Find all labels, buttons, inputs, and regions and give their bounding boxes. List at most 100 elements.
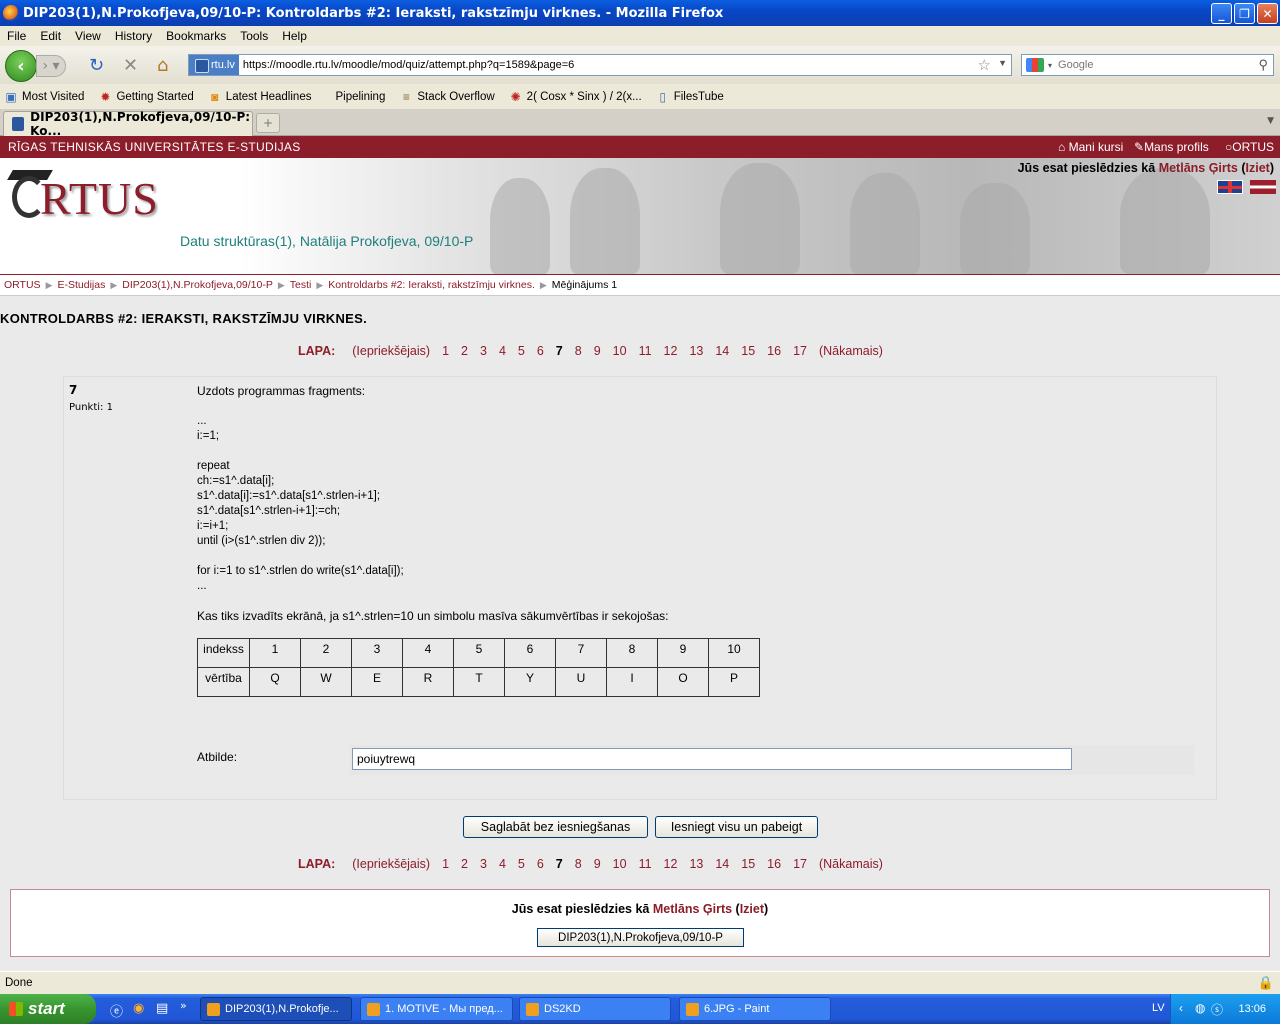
pager-page-link[interactable]: 13 bbox=[689, 857, 703, 871]
pager-page-link[interactable]: 15 bbox=[741, 344, 755, 358]
pager-page-link[interactable]: 10 bbox=[613, 857, 627, 871]
pager-page-link[interactable]: 1 bbox=[442, 857, 449, 871]
stop-icon[interactable]: ✕ bbox=[123, 56, 138, 76]
pager-page-link[interactable]: 5 bbox=[518, 344, 525, 358]
pager-page-link[interactable]: 13 bbox=[689, 344, 703, 358]
breadcrumb-estudijas[interactable]: E-Studijas bbox=[57, 279, 105, 291]
user-link[interactable]: Metlāns Ģirts bbox=[653, 902, 732, 916]
menu-help[interactable]: Help bbox=[275, 29, 314, 43]
breadcrumb-tests[interactable]: Testi bbox=[290, 279, 312, 291]
ortus-logo[interactable]: RTUS bbox=[7, 168, 188, 224]
menu-bookmarks[interactable]: Bookmarks bbox=[159, 29, 233, 43]
breadcrumb-quiz[interactable]: Kontroldarbs #2: Ieraksti, rakstzīmju vi… bbox=[328, 279, 535, 291]
save-without-submit-button[interactable]: Saglabāt bez iesniegšanas bbox=[463, 816, 648, 838]
pager-page-link[interactable]: 8 bbox=[575, 344, 582, 358]
pager-page-link[interactable]: 11 bbox=[639, 857, 652, 871]
pager-page-link[interactable]: 9 bbox=[594, 344, 601, 358]
url-dropdown-icon[interactable]: ▼ bbox=[998, 58, 1007, 68]
pager-page-link[interactable]: 2 bbox=[461, 344, 468, 358]
desktop-quicklaunch-icon[interactable]: ▤ bbox=[156, 1001, 168, 1016]
restore-button[interactable]: ❐ bbox=[1234, 3, 1255, 24]
menu-edit[interactable]: Edit bbox=[33, 29, 68, 43]
new-tab-button[interactable]: + bbox=[256, 113, 280, 133]
pager-page-link[interactable]: 8 bbox=[575, 857, 582, 871]
pager-next-link[interactable]: (Nākamais) bbox=[819, 344, 883, 358]
pager-prev-link[interactable]: (Iepriekšējais) bbox=[352, 344, 430, 358]
course-title[interactable]: Datu struktūras(1), Natālija Prokofjeva,… bbox=[180, 233, 473, 249]
pager-next-link[interactable]: (Nākamais) bbox=[819, 857, 883, 871]
breadcrumb-course[interactable]: DIP203(1),N.Prokofjeva,09/10-P bbox=[122, 279, 273, 291]
answer-input[interactable]: poiuytrewq bbox=[352, 748, 1072, 770]
pager-page-link[interactable]: 5 bbox=[518, 857, 525, 871]
clock[interactable]: 13:06 bbox=[1238, 1003, 1266, 1015]
menu-view[interactable]: View bbox=[68, 29, 108, 43]
pager-page-link[interactable]: 12 bbox=[664, 344, 678, 358]
search-engine-dropdown-icon[interactable]: ▾ bbox=[1048, 61, 1052, 70]
pager-page-link[interactable]: 4 bbox=[499, 857, 506, 871]
pager-page-link[interactable]: 4 bbox=[499, 344, 506, 358]
quicklaunch-more-icon[interactable]: » bbox=[180, 999, 187, 1012]
bookmark-most-visited[interactable]: ▣ Most Visited bbox=[0, 90, 84, 104]
pager-page-link[interactable]: 1 bbox=[442, 344, 449, 358]
pager-page-link[interactable]: 14 bbox=[715, 344, 729, 358]
url-bar[interactable]: rtu.lv https://moodle.rtu.lv/moodle/mod/… bbox=[188, 54, 1012, 76]
english-flag-icon[interactable] bbox=[1217, 180, 1243, 194]
breadcrumb-ortus[interactable]: ORTUS bbox=[4, 279, 41, 291]
taskbar-item-paint[interactable]: 6.JPG - Paint bbox=[679, 997, 831, 1021]
taskbar-item-motive[interactable]: 1. MOTIVE - Мы пред... bbox=[360, 997, 513, 1021]
pager-page-link[interactable]: 9 bbox=[594, 857, 601, 871]
reload-icon[interactable]: ↻ bbox=[89, 56, 104, 76]
pager-page-link[interactable]: 16 bbox=[767, 857, 781, 871]
bookmark-stack-overflow[interactable]: ≡ Stack Overflow bbox=[395, 90, 495, 104]
start-button[interactable]: start bbox=[0, 994, 96, 1024]
tray-network-icon[interactable]: ◍ bbox=[1195, 1001, 1205, 1015]
pager-prev-link[interactable]: (Iepriekšējais) bbox=[352, 857, 430, 871]
ortus-link[interactable]: ○ORTUS bbox=[1225, 140, 1274, 154]
forward-button[interactable]: › ▾ bbox=[36, 55, 66, 77]
pager-page-link[interactable]: 17 bbox=[793, 344, 807, 358]
home-icon[interactable]: ⌂ bbox=[157, 56, 168, 76]
tray-skype-icon[interactable]: ⓢ bbox=[1211, 1001, 1223, 1018]
minimize-button[interactable]: _ bbox=[1211, 3, 1232, 24]
latvian-flag-icon[interactable] bbox=[1250, 180, 1276, 194]
lock-icon[interactable]: 🔒 bbox=[1258, 975, 1274, 991]
my-courses-link[interactable]: ⌂ Mani kursi bbox=[1058, 140, 1123, 154]
taskbar-item-ds2kd[interactable]: DS2KD bbox=[519, 997, 671, 1021]
close-button[interactable]: ✕ bbox=[1257, 3, 1278, 24]
logout-link[interactable]: Iziet bbox=[740, 902, 764, 916]
search-go-icon[interactable]: ⚲ bbox=[1258, 57, 1268, 73]
bookmark-star-icon[interactable]: ☆ bbox=[978, 56, 991, 74]
pager-page-link[interactable]: 11 bbox=[639, 344, 652, 358]
pager-page-link[interactable]: 2 bbox=[461, 857, 468, 871]
pager-page-link[interactable]: 17 bbox=[793, 857, 807, 871]
menu-tools[interactable]: Tools bbox=[233, 29, 275, 43]
submit-all-finish-button[interactable]: Iesniegt visu un pabeigt bbox=[655, 816, 818, 838]
taskbar-item-firefox[interactable]: DIP203(1),N.Prokofje... bbox=[200, 997, 352, 1021]
back-button[interactable]: ‹ bbox=[5, 50, 37, 82]
ie-quicklaunch-icon[interactable]: ⓔ bbox=[110, 1001, 123, 1020]
pager-page-link[interactable]: 3 bbox=[480, 344, 487, 358]
tray-arrow-icon[interactable]: ‹ bbox=[1179, 1001, 1183, 1015]
firefox-quicklaunch-icon[interactable]: ◉ bbox=[133, 1001, 144, 1016]
pager-page-link[interactable]: 6 bbox=[537, 857, 544, 871]
logout-link[interactable]: Iziet bbox=[1246, 161, 1270, 175]
language-indicator[interactable]: LV bbox=[1152, 1002, 1165, 1014]
pager-page-link[interactable]: 10 bbox=[613, 344, 627, 358]
menu-file[interactable]: File bbox=[0, 29, 33, 43]
bookmark-getting-started[interactable]: ✹ Getting Started bbox=[94, 90, 193, 104]
tab-active[interactable]: DIP203(1),N.Prokofjeva,09/10-P: Ko... bbox=[3, 110, 253, 138]
menu-history[interactable]: History bbox=[108, 29, 159, 43]
pager-page-link[interactable]: 14 bbox=[715, 857, 729, 871]
bookmark-pipelining[interactable]: Pipelining bbox=[335, 91, 385, 103]
pager-page-link[interactable]: 6 bbox=[537, 344, 544, 358]
pager-page-link[interactable]: 12 bbox=[664, 857, 678, 871]
course-home-button[interactable]: DIP203(1),N.Prokofjeva,09/10-P bbox=[537, 928, 744, 947]
bookmark-cosx[interactable]: ✺ 2( Cosx * Sinx ) / 2(x... bbox=[505, 90, 642, 104]
user-link[interactable]: Metlāns Ģirts bbox=[1159, 161, 1238, 175]
pager-page-link[interactable]: 16 bbox=[767, 344, 781, 358]
pager-page-link[interactable]: 15 bbox=[741, 857, 755, 871]
search-box[interactable]: ▾ Google ⚲ bbox=[1021, 54, 1274, 76]
site-identity-badge[interactable]: rtu.lv bbox=[189, 55, 239, 75]
tab-list-icon[interactable]: ▼ bbox=[1267, 116, 1274, 126]
search-engine-icon[interactable] bbox=[1026, 58, 1044, 72]
